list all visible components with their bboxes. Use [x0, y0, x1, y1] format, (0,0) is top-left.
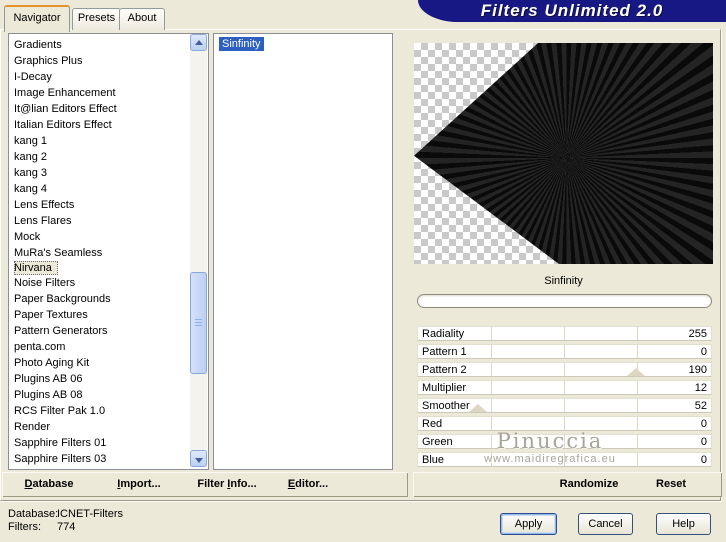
category-item[interactable]: Sapphire Filters 01 — [9, 435, 208, 451]
slider-value: 190 — [688, 364, 707, 376]
slider-label: Red — [422, 418, 443, 430]
slider-radiality[interactable]: Radiality 255 — [417, 326, 712, 341]
filter-info-button[interactable]: Filter Info... — [197, 478, 256, 490]
slider-value: 0 — [700, 454, 707, 466]
category-item[interactable]: RCS Filter Pak 1.0 — [9, 403, 208, 419]
status-database: Database: ICNET-Filters — [8, 508, 123, 520]
category-item[interactable]: penta.com — [9, 339, 208, 355]
category-item[interactable]: kang 3 — [9, 165, 208, 181]
slider-value: 255 — [688, 328, 707, 340]
slider-label: Pattern 2 — [422, 364, 467, 376]
title-banner: Filters Unlimited 2.0 — [418, 0, 726, 22]
category-item[interactable]: kang 4 — [9, 181, 208, 197]
slider-value: 52 — [694, 400, 707, 412]
category-item[interactable]: Lens Flares — [9, 213, 208, 229]
slider-label: Blue — [422, 454, 445, 466]
category-item[interactable]: Italian Editors Effect — [9, 117, 208, 133]
randomize-button[interactable]: Randomize — [560, 478, 619, 490]
slider-label: Multiplier — [422, 382, 467, 394]
preview-caption: Sinfinity — [544, 275, 583, 287]
category-item[interactable]: Gradients — [9, 37, 208, 53]
status-database-value: ICNET-Filters — [57, 508, 123, 520]
category-item[interactable]: Plugins AB 08 — [9, 387, 208, 403]
category-item[interactable]: Photo Aging Kit — [9, 355, 208, 371]
category-item[interactable]: Paper Textures — [9, 307, 208, 323]
category-item[interactable]: I-Decay — [9, 69, 208, 85]
category-item[interactable]: Lens Effects — [9, 197, 208, 213]
category-item[interactable]: MuRa's Seamless — [9, 245, 208, 261]
help-button[interactable]: Help — [656, 513, 711, 535]
chevron-down-icon — [195, 458, 203, 463]
category-scrollbar[interactable] — [190, 34, 207, 467]
slider-value: 12 — [694, 382, 707, 394]
slider-marker[interactable] — [468, 404, 487, 412]
status-database-label: Database: — [8, 508, 59, 520]
category-list: Gradients Graphics Plus I-Decay Image En… — [9, 34, 208, 467]
tab-navigator[interactable]: Navigator — [4, 5, 70, 32]
filters-unlimited-dialog: Filters Unlimited 2.0 Navigator Presets … — [0, 0, 726, 542]
import-button[interactable]: Import... — [117, 478, 160, 490]
slider-red[interactable]: Red 0 — [417, 416, 712, 431]
right-toolbar: Randomize Reset — [413, 472, 722, 497]
slider-pattern2[interactable]: Pattern 2 190 — [417, 362, 712, 377]
left-toolbar: Database Import... Filter Info... Editor… — [2, 472, 408, 497]
category-item[interactable]: Image Enhancement — [9, 85, 208, 101]
slider-value: 0 — [700, 436, 707, 448]
status-filters: Filters: 774 — [8, 521, 75, 533]
category-item[interactable]: Pattern Generators — [9, 323, 208, 339]
database-button[interactable]: Database — [25, 478, 74, 490]
slider-value: 0 — [700, 346, 707, 358]
category-item[interactable]: Sapphire Filters 03 — [9, 451, 208, 467]
category-item[interactable]: kang 1 — [9, 133, 208, 149]
category-item[interactable]: kang 2 — [9, 149, 208, 165]
category-item[interactable]: Plugins AB 06 — [9, 371, 208, 387]
status-filters-value: 774 — [57, 521, 76, 533]
slider-marker[interactable] — [627, 368, 646, 376]
slider-value: 0 — [700, 418, 707, 430]
slider-pattern1[interactable]: Pattern 1 0 — [417, 344, 712, 359]
filter-listbox[interactable]: Sinfinity — [213, 33, 393, 470]
scrollbar-thumb[interactable] — [190, 272, 207, 374]
category-item[interactable]: Render — [9, 419, 208, 435]
slider-label: Smoother — [422, 400, 470, 412]
slider-green[interactable]: Green 0 — [417, 434, 712, 449]
cancel-button[interactable]: Cancel — [578, 513, 633, 535]
scroll-up-button[interactable] — [190, 34, 207, 51]
apply-button[interactable]: Apply — [500, 513, 557, 535]
slider-multiplier[interactable]: Multiplier 12 — [417, 380, 712, 395]
tab-presets[interactable]: Presets — [72, 8, 121, 30]
window-title: Filters Unlimited 2.0 — [480, 1, 664, 20]
filter-item-selected[interactable]: Sinfinity — [219, 37, 264, 51]
chevron-up-icon — [195, 40, 203, 45]
category-item[interactable]: It@lian Editors Effect — [9, 101, 208, 117]
category-listbox[interactable]: Gradients Graphics Plus I-Decay Image En… — [8, 33, 209, 470]
slider-label: Radiality — [422, 328, 465, 340]
category-item[interactable]: Mock — [9, 229, 208, 245]
category-item[interactable]: Paper Backgrounds — [9, 291, 208, 307]
reset-button[interactable]: Reset — [656, 478, 686, 490]
tab-about[interactable]: About — [119, 8, 165, 30]
category-item-selected[interactable]: Nirvana — [14, 261, 58, 275]
filter-preview — [414, 43, 713, 264]
preview-starburst-image — [414, 43, 713, 264]
thumb-grip-icon — [195, 319, 202, 328]
editor-button[interactable]: Editor... — [288, 478, 328, 490]
slider-blue[interactable]: Blue 0 — [417, 452, 712, 467]
status-filters-label: Filters: — [8, 521, 41, 533]
slider-label: Green — [422, 436, 453, 448]
category-item[interactable]: Noise Filters — [9, 275, 208, 291]
slider-label: Pattern 1 — [422, 346, 467, 358]
progress-bar — [417, 294, 712, 308]
scroll-down-button[interactable] — [190, 450, 207, 467]
category-item[interactable]: Graphics Plus — [9, 53, 208, 69]
slider-smoother[interactable]: Smoother 52 — [417, 398, 712, 413]
